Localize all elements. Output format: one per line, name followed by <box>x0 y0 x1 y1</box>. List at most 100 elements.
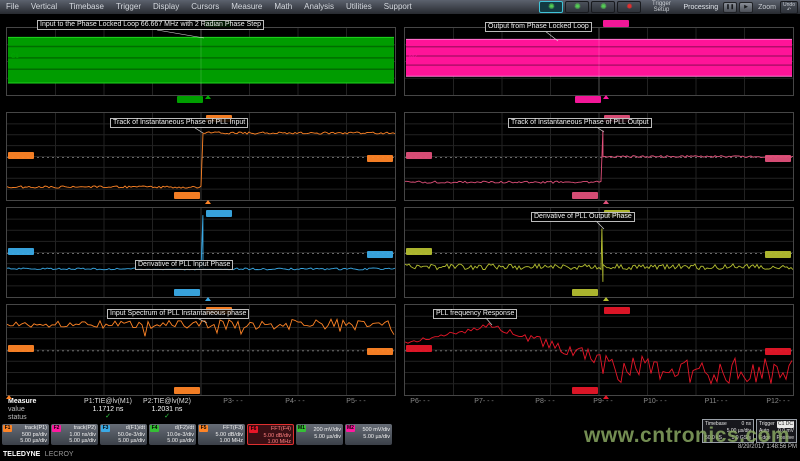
channel-label-m2: M2 <box>409 54 417 60</box>
level-marker-f5[interactable] <box>8 345 34 352</box>
descriptor-f3[interactable]: F3d(F1)/dt50.0e-3/div5.00 µs/div <box>100 424 147 445</box>
grid-f2: Track of Instantaneous Phase of PLL Outp… <box>404 112 794 201</box>
record-icon[interactable]: ✹ <box>617 1 641 13</box>
descriptor-m2-line1: 500 mV/div <box>362 427 390 433</box>
trigger-position-marker-f2[interactable] <box>603 200 609 204</box>
waveform-f3 <box>7 208 395 297</box>
toolbar: ✺✺✺✹ Trigger Setup Processing ❚❚ ▶ Zoom … <box>539 0 800 14</box>
autosetup-icon[interactable]: ✺ <box>539 1 563 13</box>
level-marker-f1[interactable] <box>367 155 393 162</box>
menu-file[interactable]: File <box>0 0 25 14</box>
menu-display[interactable]: Display <box>147 0 185 14</box>
measure-icon[interactable]: ✺ <box>591 1 615 13</box>
level-marker-f2[interactable] <box>572 192 598 199</box>
annotation-f3: Derivative of PLL Input Phase <box>135 260 233 270</box>
descriptor-tab-f2: F2 <box>52 425 61 432</box>
level-marker-f3[interactable] <box>8 248 34 255</box>
level-marker-m2[interactable] <box>603 20 629 27</box>
measure-row-label: value <box>8 406 25 414</box>
level-marker-m2[interactable] <box>575 96 601 103</box>
trigger-position-marker-f1[interactable] <box>205 200 211 204</box>
descriptor-tab-f6: F6 <box>249 426 258 433</box>
pause-button[interactable]: ❚❚ <box>723 2 737 13</box>
grid-f4: Derivative of PLL Output Phase <box>404 207 794 298</box>
descriptor-f5-line1: FFT(F3) <box>223 425 243 431</box>
play-button[interactable]: ▶ <box>739 2 753 13</box>
descriptor-tab-m2: M2 <box>346 425 355 432</box>
level-marker-f1[interactable] <box>174 192 200 199</box>
level-marker-f6[interactable] <box>765 348 791 355</box>
measure-param-11[interactable]: P11- - - <box>705 398 728 406</box>
level-marker-f2[interactable] <box>406 152 432 159</box>
level-marker-f2[interactable] <box>765 155 791 162</box>
level-marker-f3[interactable] <box>174 289 200 296</box>
level-marker-f4[interactable] <box>406 248 432 255</box>
measure-param-7[interactable]: P7- - - <box>474 398 493 406</box>
undo-button[interactable]: Undo ↶ <box>780 1 798 14</box>
descriptor-f2[interactable]: F2track(P2)1.00 ns/div5.00 µs/div <box>51 424 98 445</box>
descriptor-f2-line1: track(P2) <box>74 425 96 431</box>
descriptor-m2-line2: 5.00 µs/div <box>363 434 390 440</box>
menu-trigger[interactable]: Trigger <box>110 0 147 14</box>
descriptor-f5[interactable]: F5FFT(F3)5.00 dB/div1.00 MHz <box>198 424 245 445</box>
brand-logo: TELEDYNE LECROY <box>3 443 74 461</box>
descriptor-tab-f4: F4 <box>150 425 159 432</box>
waveform-c1 <box>7 28 395 95</box>
trigger-position-marker-f4[interactable] <box>603 297 609 301</box>
level-marker-f5[interactable] <box>174 387 200 394</box>
measure-param-8[interactable]: P8- - - <box>535 398 554 406</box>
measure-param-3[interactable]: P3- - - <box>223 398 242 406</box>
measure-row-label: Measure <box>8 398 36 406</box>
grid-f3: Derivative of PLL Input Phase <box>6 207 396 298</box>
level-marker-f6[interactable] <box>604 307 630 314</box>
descriptor-tab-m1: M1 <box>297 425 306 432</box>
descriptor-m1[interactable]: M1200 mV/div5.00 µs/div <box>296 424 343 445</box>
level-marker-f6[interactable] <box>406 345 432 352</box>
trigger-position-marker-f3[interactable] <box>205 297 211 301</box>
descriptor-tab-f5: F5 <box>199 425 208 432</box>
measure-param-2[interactable]: P2:TIE@lv(M2) <box>143 398 191 406</box>
analysis-icon[interactable]: ✺ <box>565 1 589 13</box>
trigger-position-marker-f5[interactable] <box>6 395 12 399</box>
level-marker-f4[interactable] <box>572 289 598 296</box>
menu-math[interactable]: Math <box>268 0 298 14</box>
level-marker-f6[interactable] <box>572 387 598 394</box>
descriptor-f6[interactable]: F6FFT(F4)5.00 dB/div1.00 MHz <box>247 424 294 445</box>
menu-utilities[interactable]: Utilities <box>340 0 378 14</box>
menu-support[interactable]: Support <box>378 0 418 14</box>
level-marker-f3[interactable] <box>206 210 232 217</box>
measure-param-9[interactable]: P9- - - <box>593 398 612 406</box>
menu-analysis[interactable]: Analysis <box>298 0 340 14</box>
measure-param-5[interactable]: P5- - - <box>346 398 365 406</box>
level-marker-c1[interactable] <box>177 96 203 103</box>
annotation-f6: PLL frequency Response <box>433 309 517 319</box>
measure-param-6[interactable]: P6- - - <box>410 398 429 406</box>
annotation-f4: Derivative of PLL Output Phase <box>531 212 635 222</box>
menu-timebase[interactable]: Timebase <box>63 0 110 14</box>
trigger-setup-button[interactable]: Trigger Setup <box>646 1 676 13</box>
menu-measure[interactable]: Measure <box>225 0 268 14</box>
descriptor-f4[interactable]: F4d(F2)/dt10.0e-3/div5.00 µs/div <box>149 424 196 445</box>
trigger-position-marker-f6[interactable] <box>603 395 609 399</box>
menu-vertical[interactable]: Vertical <box>25 0 63 14</box>
level-marker-f5[interactable] <box>367 348 393 355</box>
measure-param-1[interactable]: P1:TIE@lv(M1) <box>84 398 132 406</box>
menu-bar: FileVerticalTimebaseTriggerDisplayCursor… <box>0 0 800 14</box>
brand-teledyne: TELEDYNE <box>3 451 40 458</box>
menu-items: FileVerticalTimebaseTriggerDisplayCursor… <box>0 0 418 14</box>
trigger-position-marker-m2[interactable] <box>603 95 609 99</box>
grid-m2: Output from Phase Locked LoopM2 <box>404 27 794 96</box>
descriptor-f4-line1: d(F2)/dt <box>175 425 194 431</box>
descriptor-f1[interactable]: F1track(P1)500 ps/div5.00 µs/div <box>2 424 49 445</box>
level-marker-f4[interactable] <box>765 251 791 258</box>
channel-label-c1: C1 <box>11 54 19 60</box>
level-marker-f3[interactable] <box>367 251 393 258</box>
descriptor-m2[interactable]: M2 500 mV/div5.00 µs/div <box>345 424 392 445</box>
menu-cursors[interactable]: Cursors <box>185 0 225 14</box>
descriptor-tab-f3: F3 <box>101 425 110 432</box>
measure-param-4[interactable]: P4- - - <box>285 398 304 406</box>
measure-param-10[interactable]: P10- - - <box>643 398 666 406</box>
measure-param-12[interactable]: P12- - - <box>766 398 789 406</box>
level-marker-f1[interactable] <box>8 152 34 159</box>
trigger-position-marker-c1[interactable] <box>205 95 211 99</box>
